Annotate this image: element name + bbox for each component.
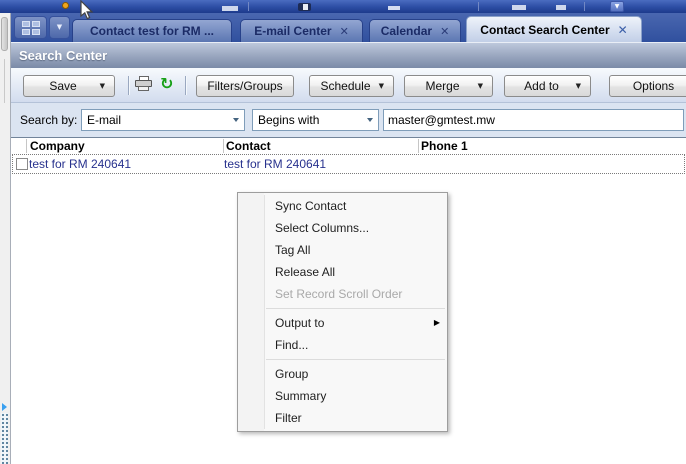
toolbar-separator <box>248 2 249 11</box>
splitter-expand-arrow-icon[interactable] <box>2 403 7 411</box>
search-center-toolbar: Save ▼ ↻ Filters/Groups Schedule ▼ Merge… <box>11 68 686 103</box>
tab-email-center[interactable]: E-mail Center ✕ <box>240 19 363 42</box>
document-tab-bar: ▼ Contact test for RM ... E-mail Center … <box>11 13 686 42</box>
save-button-label: Save <box>49 79 77 93</box>
table-row[interactable]: test for RM 240641 test for RM 240641 <box>12 154 685 174</box>
column-separator[interactable] <box>418 139 419 153</box>
chevron-down-icon: ▼ <box>614 3 620 10</box>
close-icon[interactable]: ✕ <box>440 25 449 38</box>
schedule-button[interactable]: Schedule ▼ <box>309 75 394 97</box>
tab-label: Contact test for RM ... <box>89 24 214 38</box>
tab-calendar[interactable]: Calendar ✕ <box>369 19 461 42</box>
rail-scroll-thumb[interactable] <box>1 17 8 51</box>
toolbar-separator <box>185 76 186 95</box>
menu-item-group[interactable]: Group <box>238 363 447 385</box>
options-label: Options <box>632 79 675 93</box>
menu-item-tag-all[interactable]: Tag All <box>238 239 447 261</box>
refresh-button[interactable]: ↻ <box>160 75 173 93</box>
menu-item-release-all[interactable]: Release All <box>238 261 447 283</box>
add-to-label: Add to <box>524 79 559 93</box>
toolbar-separator <box>478 2 479 11</box>
search-criteria-bar: Search by: E-mail Begins with <box>11 103 686 137</box>
save-button[interactable]: Save ▼ <box>23 75 115 97</box>
menu-item-find[interactable]: Find... <box>238 334 447 356</box>
dropdown-arrow-icon: ▼ <box>99 82 105 90</box>
column-header-company[interactable]: Company <box>30 139 85 153</box>
filters-groups-label: Filters/Groups <box>207 79 283 93</box>
column-header-phone1[interactable]: Phone 1 <box>421 139 468 153</box>
column-header-contact[interactable]: Contact <box>226 139 271 153</box>
options-button[interactable]: Options <box>609 75 686 97</box>
toolbar-separator <box>584 2 585 11</box>
context-menu: Sync Contact Select Columns... Tag All R… <box>237 192 448 432</box>
clipped-icon <box>222 6 238 11</box>
search-field-value: E-mail <box>87 113 122 127</box>
close-icon[interactable]: ✕ <box>618 23 628 37</box>
left-dock-splitter[interactable] <box>0 13 11 464</box>
clipped-icon <box>512 5 526 10</box>
toolbar-separator <box>128 76 129 95</box>
clipped-main-toolbar: ▼ <box>0 0 686 13</box>
grid-panes-icon <box>21 20 40 35</box>
search-by-label: Search by: <box>20 113 78 127</box>
menu-item-label: Output to <box>275 316 325 330</box>
tab-contact-search-center[interactable]: Contact Search Center ✕ <box>466 16 642 42</box>
printer-icon <box>135 76 153 92</box>
dropdown-arrow-icon: ▼ <box>575 82 581 90</box>
menu-item-select-columns[interactable]: Select Columns... <box>238 217 447 239</box>
rail-groove <box>4 59 5 103</box>
refresh-icon: ↻ <box>160 74 174 93</box>
app-window: ▼ ▼ Contact test for RM ... E-mail Cente… <box>0 0 686 464</box>
column-separator[interactable] <box>26 139 27 153</box>
notification-dot-icon <box>62 2 69 9</box>
menu-item-summary[interactable]: Summary <box>238 385 447 407</box>
dropdown-arrow-icon: ▼ <box>378 82 384 90</box>
close-icon[interactable]: ✕ <box>340 25 349 38</box>
chevron-down-icon <box>367 118 373 122</box>
cell-company[interactable]: test for RM 240641 <box>29 155 131 173</box>
clipped-icon <box>388 6 400 10</box>
clipped-icon <box>303 4 308 10</box>
merge-label: Merge <box>425 79 460 93</box>
column-separator[interactable] <box>223 139 224 153</box>
print-button[interactable] <box>135 76 153 92</box>
search-field-select[interactable]: E-mail <box>81 109 245 131</box>
menu-item-filter[interactable]: Filter <box>238 407 447 429</box>
splitter-grip[interactable] <box>1 413 8 464</box>
menu-item-output-to[interactable]: Output to ▶ <box>238 312 447 334</box>
chevron-down-icon <box>233 118 239 122</box>
schedule-label: Schedule <box>320 79 371 93</box>
mouse-cursor-icon <box>80 0 94 20</box>
menu-item-sync-contact[interactable]: Sync Contact <box>238 195 447 217</box>
merge-button[interactable]: Merge ▼ <box>404 75 493 97</box>
toolbar-overflow-button[interactable]: ▼ <box>610 1 624 12</box>
clipped-icon <box>556 5 566 10</box>
cell-contact[interactable]: test for RM 240641 <box>224 155 326 173</box>
tab-contact-test[interactable]: Contact test for RM ... <box>72 19 232 42</box>
tab-label: Contact Search Center <box>480 22 610 37</box>
tab-list-dropdown-button[interactable]: ▼ <box>49 16 70 39</box>
menu-separator <box>266 359 445 360</box>
search-operator-value: Begins with <box>258 113 320 127</box>
window-tile-button[interactable] <box>14 16 47 39</box>
tab-label: Calendar <box>380 24 433 38</box>
dropdown-arrow-icon: ▼ <box>477 82 483 90</box>
menu-item-set-record-scroll-order: Set Record Scroll Order <box>275 287 403 301</box>
tab-label: E-mail Center <box>254 24 332 38</box>
page-title: Search Center <box>11 42 686 68</box>
add-to-button[interactable]: Add to ▼ <box>504 75 591 97</box>
search-operator-select[interactable]: Begins with <box>252 109 379 131</box>
results-header-row: Company Contact Phone 1 <box>11 138 686 154</box>
submenu-arrow-icon: ▶ <box>433 318 440 327</box>
menu-separator <box>266 308 445 309</box>
search-query-input[interactable] <box>383 109 684 131</box>
row-tag-checkbox[interactable] <box>16 158 28 170</box>
filters-groups-button[interactable]: Filters/Groups <box>196 75 294 97</box>
